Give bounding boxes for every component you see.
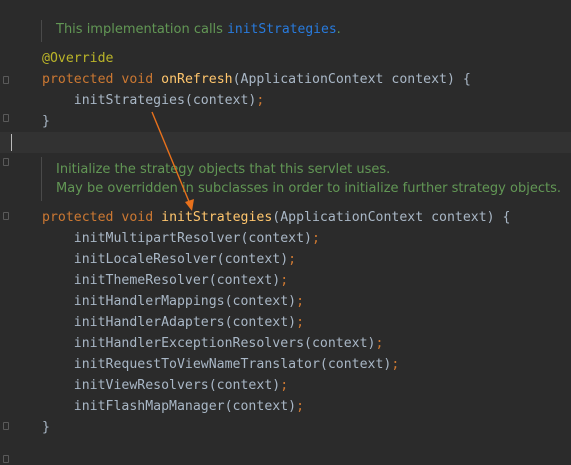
arrow-line: [151, 111, 191, 205]
annotation-arrow: [151, 111, 194, 211]
arrow-head-icon: [185, 199, 194, 211]
